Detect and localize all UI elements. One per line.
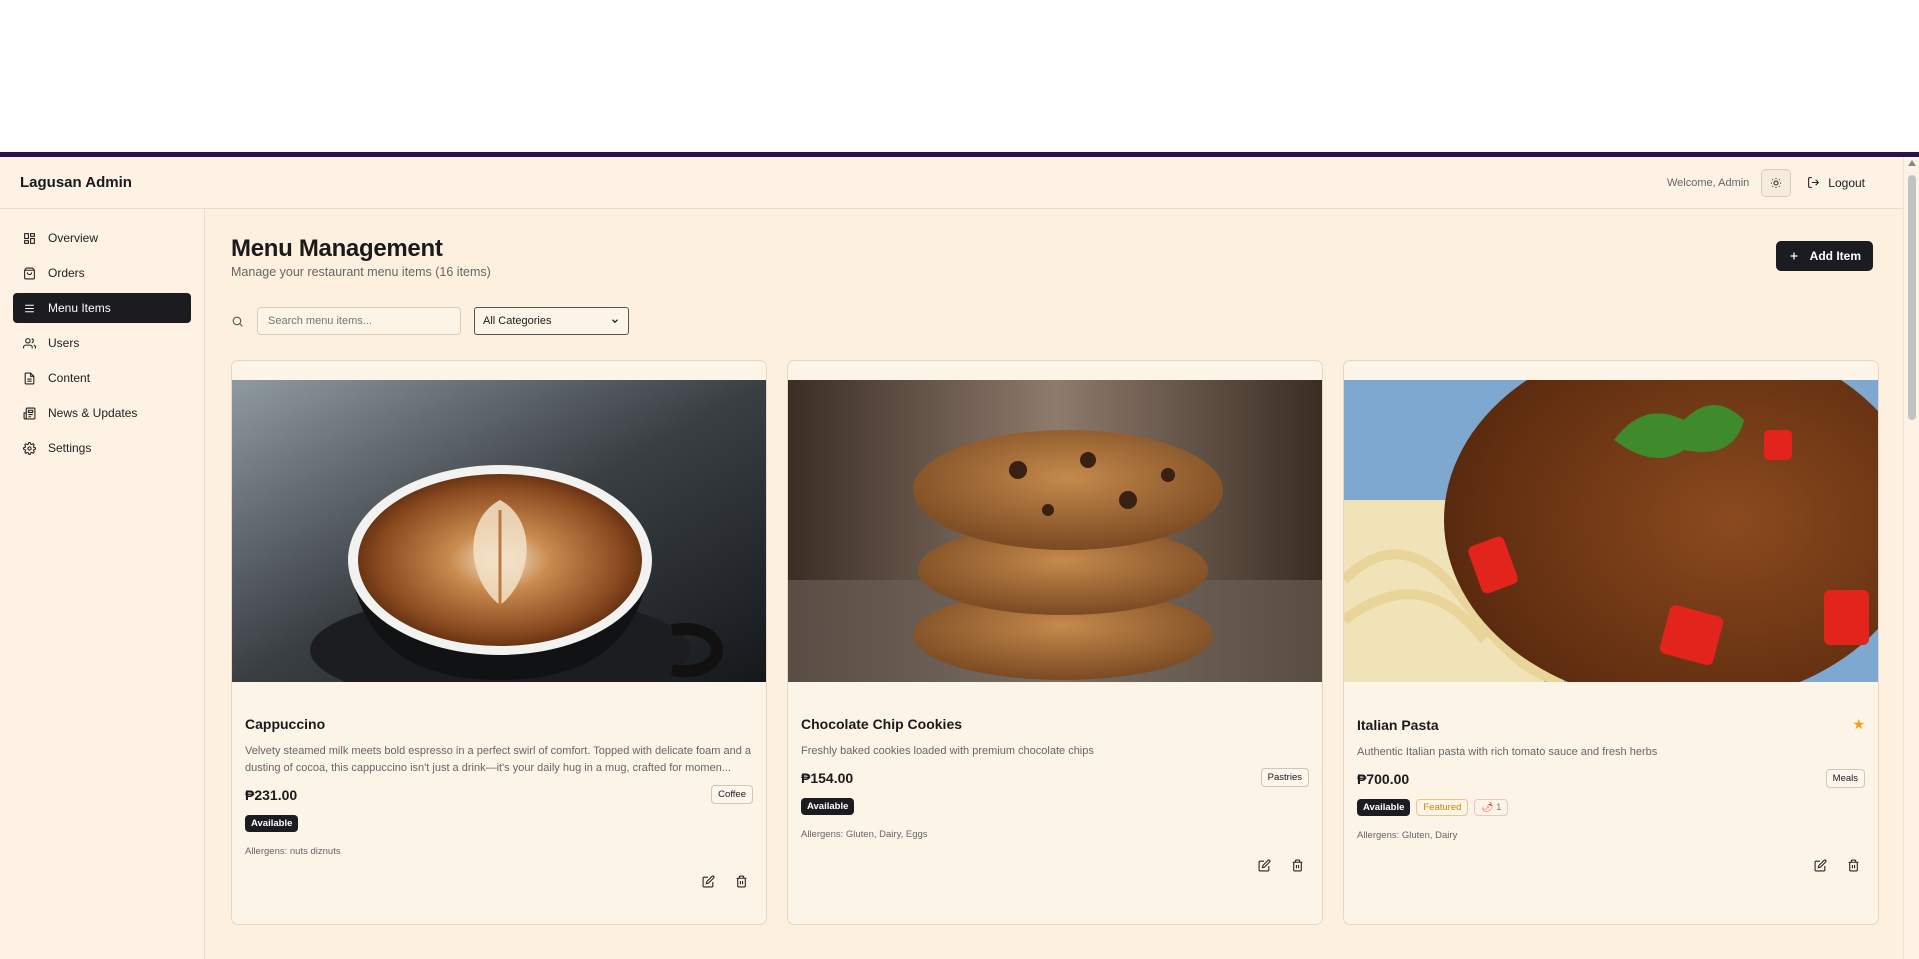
list-icon bbox=[25, 304, 34, 312]
sun-icon bbox=[1771, 177, 1782, 188]
trash-icon[interactable] bbox=[1291, 859, 1304, 872]
cappuccino-image bbox=[232, 380, 766, 682]
sidebar-item-label: Users bbox=[48, 336, 80, 350]
add-item-button[interactable]: Add Item bbox=[1775, 241, 1873, 271]
sidebar-item-label: Content bbox=[48, 371, 91, 385]
sidebar: Overview Orders Menu Items Users Content… bbox=[0, 209, 205, 959]
card-description: Freshly baked cookies loaded with premiu… bbox=[801, 745, 1094, 757]
scroll-up-arrow-icon[interactable] bbox=[1908, 160, 1916, 166]
brand-title: Lagusan Admin bbox=[20, 174, 132, 191]
edit-icon[interactable] bbox=[1814, 859, 1827, 872]
scrollbar-thumb[interactable] bbox=[1908, 175, 1916, 420]
spice-level-badge: 🌶 1 bbox=[1474, 799, 1509, 817]
blank-header-area bbox=[0, 0, 1919, 152]
cookies-image bbox=[788, 380, 1322, 682]
category-badge: Coffee bbox=[711, 785, 753, 805]
document-icon bbox=[24, 372, 35, 384]
card-price: ₱231.00 bbox=[245, 786, 298, 803]
sidebar-item-label: Menu Items bbox=[48, 301, 111, 315]
page-title: Menu Management bbox=[231, 235, 443, 262]
logout-button[interactable]: Logout bbox=[1803, 176, 1869, 190]
edit-icon[interactable] bbox=[1258, 859, 1271, 872]
plus-icon bbox=[1790, 252, 1798, 260]
bag-icon bbox=[24, 267, 35, 279]
card-actions bbox=[1814, 859, 1860, 872]
sidebar-item-menu-items[interactable]: Menu Items bbox=[13, 293, 191, 323]
featured-badge: Featured bbox=[1416, 799, 1469, 817]
card-title: Italian Pasta bbox=[1357, 716, 1439, 733]
card-description: Velvety steamed milk meets bold espresso… bbox=[245, 745, 752, 775]
availability-badge: Available bbox=[801, 798, 855, 816]
pasta-image bbox=[1344, 380, 1878, 682]
category-select-value: All Categories bbox=[483, 315, 552, 327]
sidebar-item-orders[interactable]: Orders bbox=[13, 258, 191, 288]
sidebar-item-overview[interactable]: Overview bbox=[13, 223, 191, 253]
users-icon bbox=[23, 337, 36, 348]
sidebar-item-label: Orders bbox=[48, 266, 85, 280]
edit-icon[interactable] bbox=[702, 875, 715, 888]
card-title: Chocolate Chip Cookies bbox=[801, 716, 963, 732]
gear-icon bbox=[23, 441, 36, 455]
page-scrollbar[interactable] bbox=[1903, 157, 1919, 959]
theme-toggle-button[interactable] bbox=[1761, 168, 1792, 197]
category-select[interactable]: All Categories bbox=[474, 307, 629, 335]
chili-icon: 🌶 bbox=[1481, 802, 1494, 814]
category-badge: Meals bbox=[1825, 769, 1865, 789]
top-bar: Lagusan Admin Welcome, Admin Logout bbox=[0, 157, 1919, 209]
page-header: Menu Management Manage your restaurant m… bbox=[231, 235, 1873, 279]
category-badge: Pastries bbox=[1260, 768, 1309, 788]
trash-icon[interactable] bbox=[735, 875, 748, 888]
sidebar-item-label: Settings bbox=[48, 441, 92, 455]
topbar-actions: Welcome, Admin Logout bbox=[1666, 168, 1899, 197]
card-title: Cappuccino bbox=[245, 716, 326, 732]
card-allergens: Allergens: Gluten, Dairy, Eggs bbox=[801, 829, 928, 841]
page-subtitle: Manage your restaurant menu items (16 it… bbox=[231, 265, 491, 279]
newspaper-icon bbox=[23, 407, 36, 419]
spice-level-value: 1 bbox=[1496, 802, 1502, 814]
card-allergens: Allergens: Gluten, Dairy bbox=[1357, 830, 1458, 842]
sidebar-item-label: News & Updates bbox=[48, 406, 138, 420]
chevron-down-icon bbox=[612, 319, 618, 324]
logout-icon bbox=[1808, 177, 1820, 188]
card-price: ₱700.00 bbox=[1357, 770, 1410, 787]
card-actions bbox=[1258, 859, 1304, 872]
admin-app: Lagusan Admin Welcome, Admin Logout Over… bbox=[0, 152, 1919, 959]
featured-star-icon: ★ bbox=[1852, 716, 1865, 732]
card-description: Authentic Italian pasta with rich tomato… bbox=[1357, 746, 1658, 758]
sidebar-item-settings[interactable]: Settings bbox=[13, 433, 191, 463]
availability-badge: Available bbox=[245, 815, 299, 833]
main-content: Menu Management Manage your restaurant m… bbox=[206, 209, 1897, 959]
sidebar-item-users[interactable]: Users bbox=[13, 328, 191, 358]
card-actions bbox=[702, 875, 748, 888]
search-icon bbox=[232, 316, 243, 327]
sidebar-item-label: Overview bbox=[48, 231, 99, 245]
add-item-label: Add Item bbox=[1809, 249, 1861, 263]
menu-item-card: Italian Pasta ★ Authentic Italian pasta … bbox=[1343, 360, 1879, 925]
availability-badge: Available bbox=[1357, 799, 1411, 817]
card-allergens: Allergens: nuts diznuts bbox=[245, 846, 341, 858]
menu-item-card: Chocolate Chip Cookies Freshly baked coo… bbox=[787, 360, 1323, 925]
card-price: ₱154.00 bbox=[801, 769, 854, 786]
sidebar-item-news[interactable]: News & Updates bbox=[13, 398, 191, 428]
search-input[interactable] bbox=[257, 307, 461, 335]
welcome-text: Welcome, Admin bbox=[1666, 176, 1750, 189]
filter-bar: All Categories bbox=[231, 307, 1873, 335]
trash-icon[interactable] bbox=[1847, 859, 1860, 872]
sidebar-item-content[interactable]: Content bbox=[13, 363, 191, 393]
grid-icon bbox=[24, 232, 35, 244]
menu-item-card: Cappuccino Velvety steamed milk meets bo… bbox=[231, 360, 767, 925]
menu-items-grid: Cappuccino Velvety steamed milk meets bo… bbox=[231, 360, 1879, 925]
logout-label: Logout bbox=[1828, 175, 1865, 190]
